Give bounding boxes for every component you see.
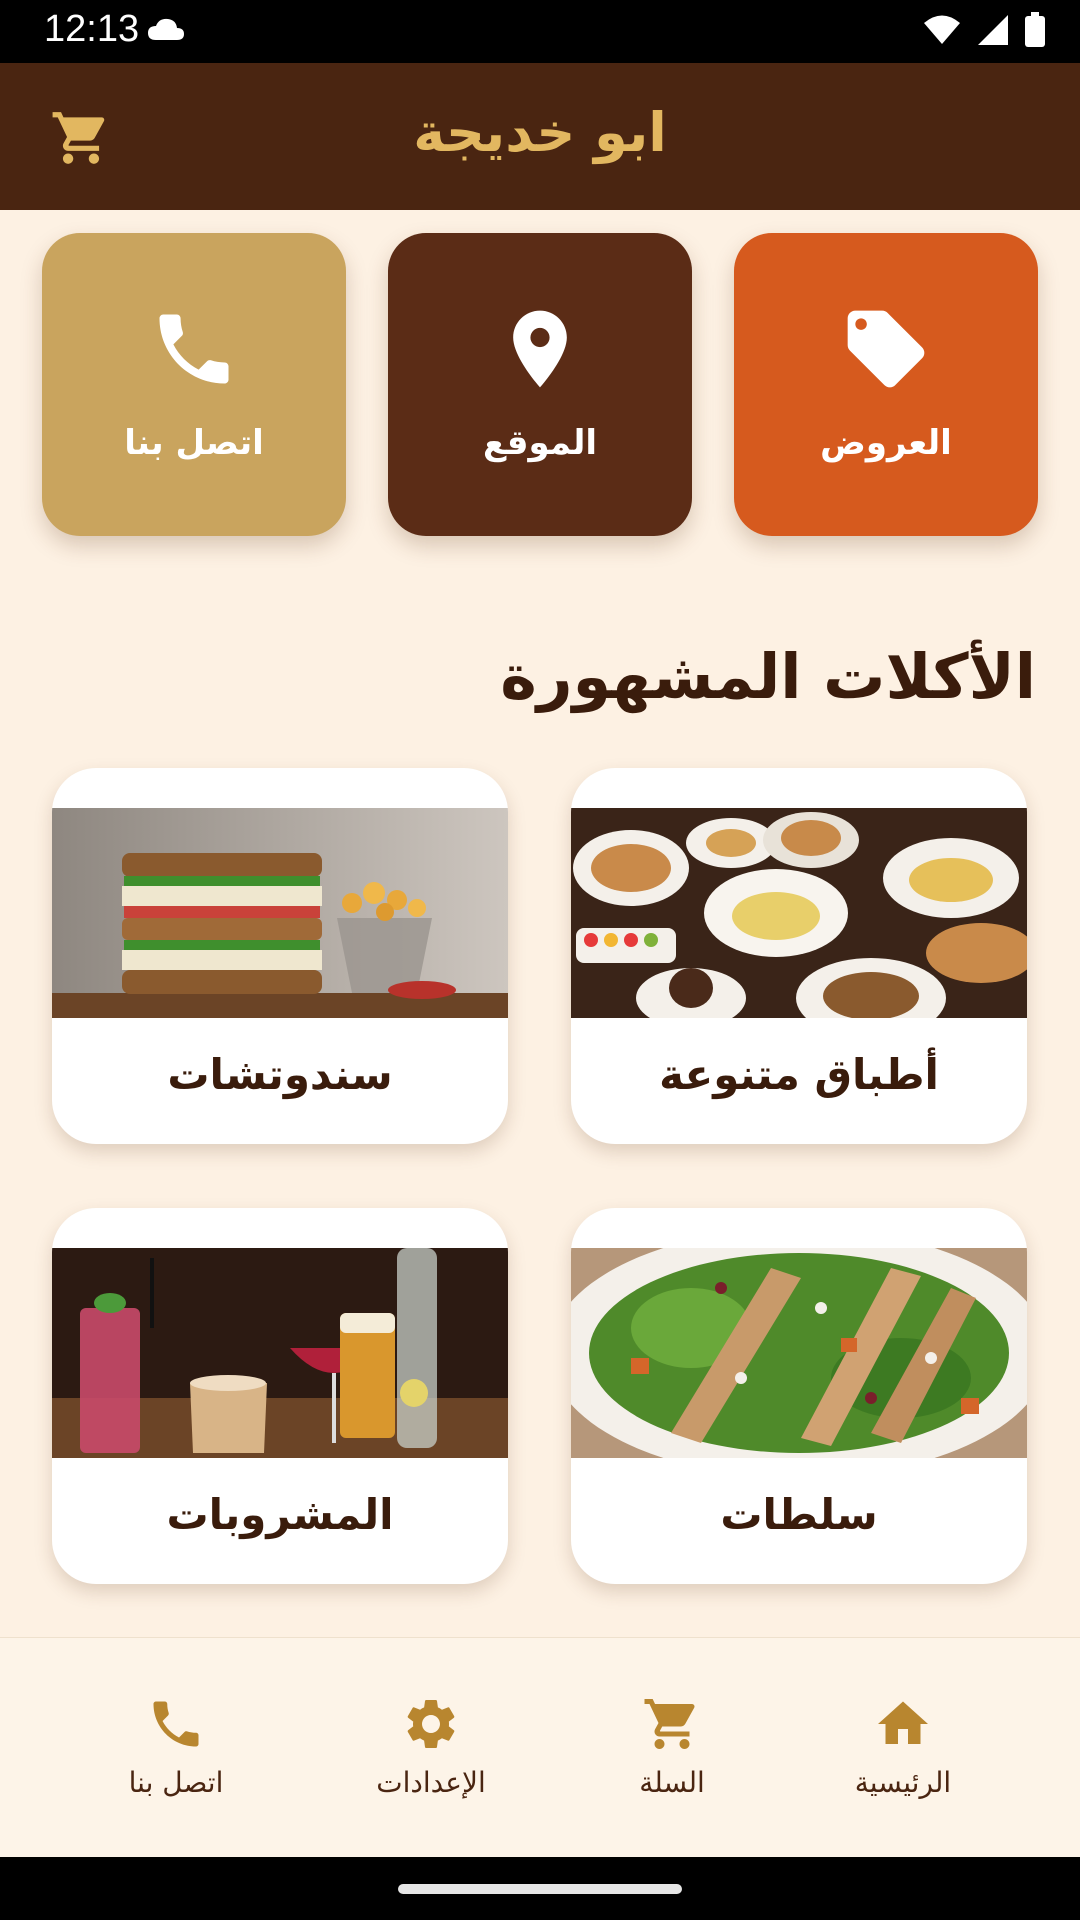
wifi-icon: [922, 14, 962, 50]
nav-contact-us[interactable]: اتصل بنا: [76, 1638, 276, 1858]
sandwich-image: [52, 808, 508, 1018]
status-time: 12:13: [44, 8, 140, 50]
nav-label: الرئيسية: [854, 1766, 952, 1799]
location-pin-icon: [388, 303, 692, 395]
section-title: الأكلات المشهورة: [500, 640, 1036, 713]
nav-label: الإعدادات: [376, 1766, 486, 1799]
gear-icon: [331, 1694, 531, 1754]
category-card-salads[interactable]: سلطات: [571, 1208, 1027, 1584]
home-gesture-handle[interactable]: [398, 1884, 682, 1894]
phone-icon: [76, 1694, 276, 1754]
category-label: سندوتشات: [167, 1050, 393, 1099]
nav-home[interactable]: الرئيسية: [803, 1638, 1003, 1858]
contact-us-tile[interactable]: اتصل بنا: [42, 233, 346, 536]
offers-tile[interactable]: العروض: [734, 233, 1038, 536]
category-card-drinks[interactable]: المشروبات: [52, 1208, 508, 1584]
nav-cart[interactable]: السلة: [572, 1638, 772, 1858]
salad-image: [571, 1248, 1027, 1458]
contact-us-label: اتصل بنا: [124, 423, 264, 463]
drinks-image: [52, 1248, 508, 1458]
phone-icon: [42, 303, 346, 395]
bottom-navigation: اتصل بنا الإعدادات السلة الرئيسية: [0, 1637, 1080, 1857]
nav-label: السلة: [639, 1766, 705, 1799]
battery-icon: [1024, 12, 1046, 52]
category-label: أطباق متنوعة: [659, 1050, 939, 1099]
cloud-icon: [146, 16, 186, 46]
category-card-assorted-dishes[interactable]: أطباق متنوعة: [571, 768, 1027, 1144]
app-bar: ابو خديجة: [0, 63, 1080, 210]
system-gesture-bar: [0, 1857, 1080, 1920]
status-bar: 12:13: [0, 0, 1080, 63]
home-icon: [803, 1694, 1003, 1754]
cart-icon: [572, 1694, 772, 1754]
category-label: سلطات: [720, 1490, 878, 1539]
category-card-sandwiches[interactable]: سندوتشات: [52, 768, 508, 1144]
nav-label: اتصل بنا: [128, 1766, 224, 1799]
offers-label: العروض: [820, 423, 952, 463]
category-label: المشروبات: [166, 1490, 394, 1539]
location-tile[interactable]: الموقع: [388, 233, 692, 536]
app-title: ابو خديجة: [413, 101, 667, 164]
status-icons: [922, 12, 1046, 52]
location-label: الموقع: [482, 423, 598, 463]
signal-icon: [976, 13, 1010, 51]
tag-icon: [734, 303, 1038, 395]
nav-settings[interactable]: الإعدادات: [331, 1638, 531, 1858]
assorted-dishes-image: [571, 808, 1027, 1018]
